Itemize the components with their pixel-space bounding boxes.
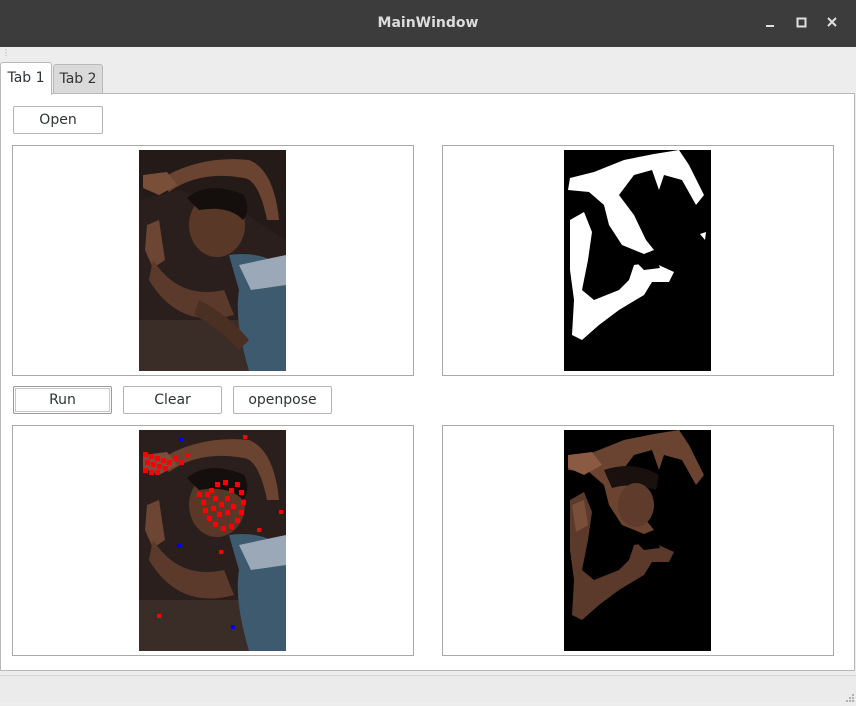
mask-image-frame [442, 145, 834, 376]
open-button[interactable]: Open [13, 106, 103, 134]
resize-grip-icon[interactable] [844, 690, 854, 702]
minimize-button[interactable] [762, 14, 780, 32]
close-button[interactable] [824, 14, 842, 32]
result-image [564, 430, 711, 651]
pose-image-frame [12, 425, 414, 656]
openpose-button[interactable]: openpose [233, 386, 332, 414]
pose-photo [139, 430, 286, 651]
window-title: MainWindow [377, 15, 479, 31]
close-icon [827, 17, 837, 27]
original-photo [139, 150, 286, 371]
portrait-photo [139, 150, 286, 371]
tab-2[interactable]: Tab 2 [53, 64, 103, 93]
run-button[interactable]: Run [13, 386, 112, 414]
toolbar-grip[interactable]: ⋮ [2, 49, 10, 60]
tab-panel: Open Run Clear openpose [0, 93, 855, 671]
pose-keypoints-overlay [139, 430, 286, 651]
masked-photo [564, 430, 711, 651]
status-bar [0, 675, 856, 702]
tab-1[interactable]: Tab 1 [0, 62, 52, 95]
result-image-frame [442, 425, 834, 656]
title-bar: MainWindow [0, 0, 856, 47]
maximize-icon [796, 17, 807, 28]
clear-button[interactable]: Clear [123, 386, 222, 414]
minimize-icon [766, 25, 774, 27]
segmentation-mask [564, 150, 711, 371]
original-image-frame [12, 145, 414, 376]
maximize-button[interactable] [793, 14, 811, 32]
mask-image [564, 150, 711, 371]
